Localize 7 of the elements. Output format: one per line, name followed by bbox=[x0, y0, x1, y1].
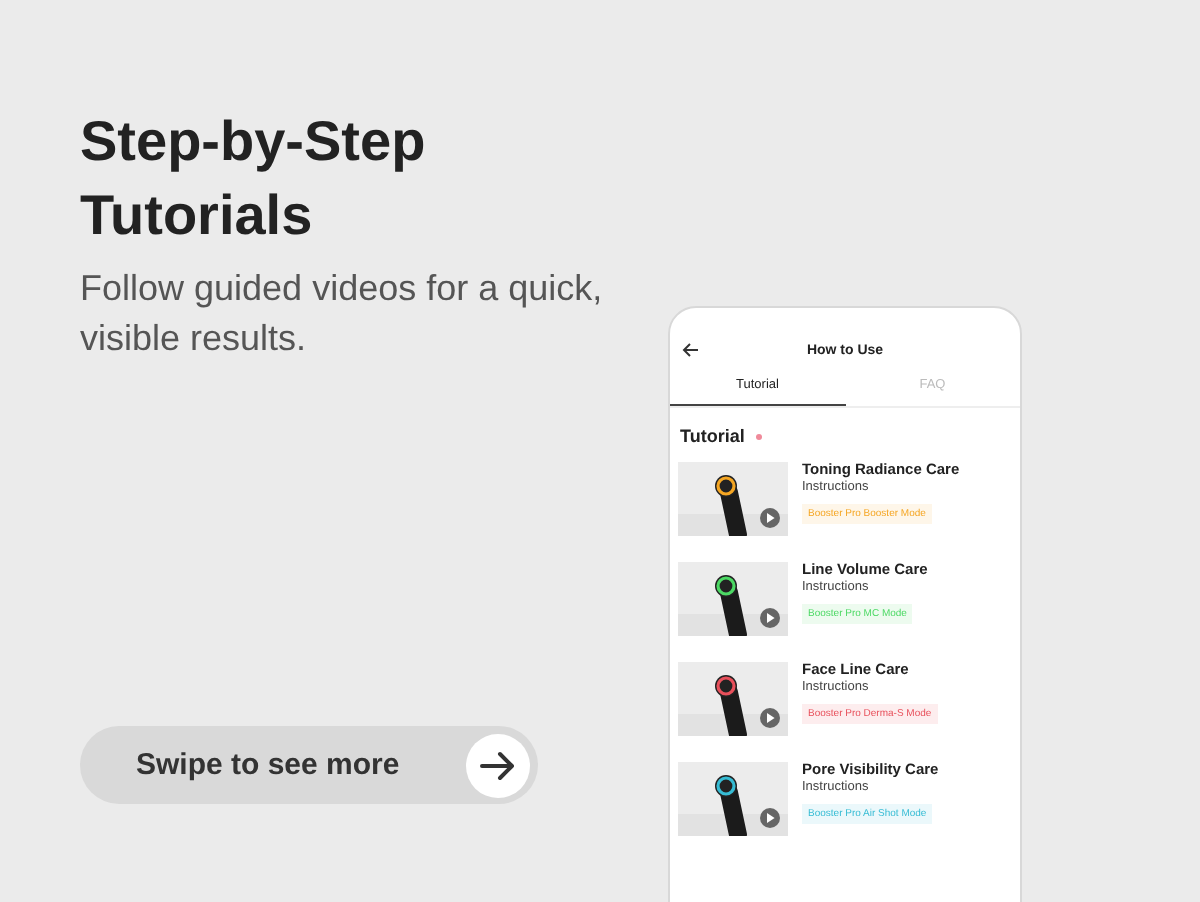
swipe-button[interactable]: Swipe to see more bbox=[80, 726, 538, 804]
back-icon[interactable] bbox=[682, 342, 700, 358]
section-title: Tutorial bbox=[680, 426, 745, 446]
subtitle: Follow guided videos for a quick, visible results. bbox=[80, 266, 605, 362]
new-dot-icon bbox=[756, 433, 763, 439]
arrow-right-icon bbox=[466, 733, 530, 797]
headline: Step-by-Step Tutorials bbox=[80, 108, 428, 250]
